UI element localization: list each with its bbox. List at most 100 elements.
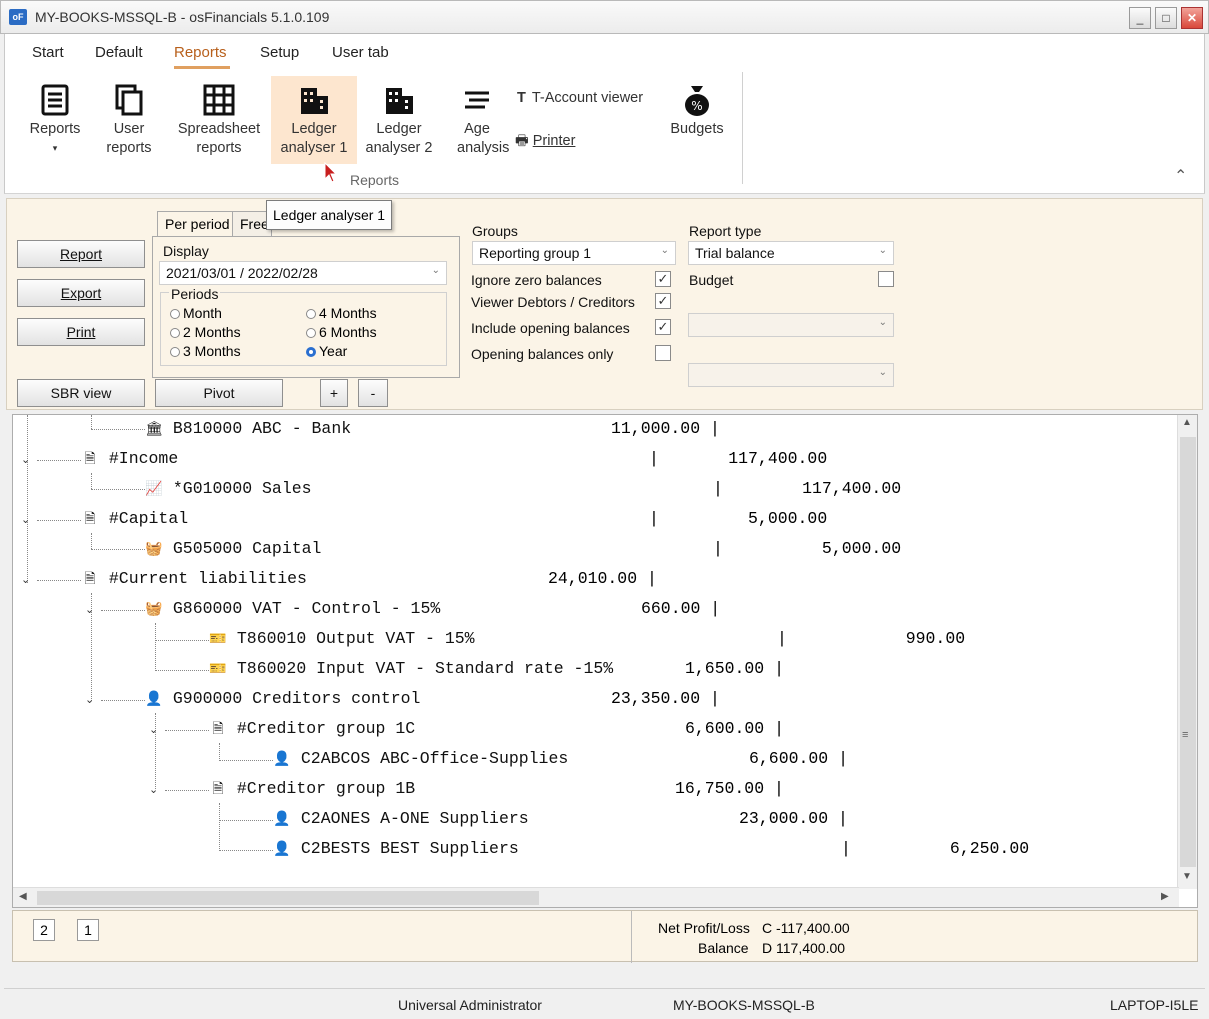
tree-connector [91,429,145,430]
pivot-button[interactable]: Pivot [155,379,283,407]
close-button[interactable]: ✕ [1181,7,1203,29]
radio-6-months[interactable]: 6 Months [306,324,377,340]
spreadsheet-reports-button[interactable]: Spreadsheet reports [173,76,265,164]
tree-row-label: B810000 ABC - Bank [172,419,352,438]
tree-row[interactable]: 👤 G900000 Creditors control [145,685,420,713]
tree-row[interactable]: 🗎 #Creditor group 1C [209,715,415,743]
tab-start[interactable]: Start [32,44,64,61]
budget-checkbox[interactable] [878,271,894,287]
budgets-button[interactable]: % Budgets [661,76,733,164]
minimize-button[interactable]: _ [1129,7,1151,29]
t-account-viewer-button[interactable]: T T-Account viewer [517,90,643,106]
tree-row[interactable]: 🧺 G505000 Capital [145,535,321,563]
tree-row[interactable]: 👤 C2AONES A-ONE Suppliers [273,805,528,833]
page-button[interactable]: 1 [77,919,99,941]
expander-chevron-icon[interactable]: ⌄ [85,603,94,616]
horizontal-scrollbar[interactable]: ◀ ▶ [13,887,1179,907]
collapse-all-button[interactable]: - [358,379,388,407]
viewer-debtors-checkbox[interactable]: ✓ [655,293,671,309]
ledger-analyser-2-button[interactable]: Ledger analyser 2 [361,76,437,164]
radio-4-months[interactable]: 4 Months [306,305,377,321]
radio-year[interactable]: Year [306,343,347,359]
include-opening-checkbox[interactable]: ✓ [655,319,671,335]
reports-button[interactable]: Reports ▾ [25,76,85,164]
tab-per-period[interactable]: Per period [157,211,238,237]
radio-month[interactable]: Month [170,305,222,321]
tree-row[interactable]: 🏛 B810000 ABC - Bank [145,415,351,443]
tree-row-amount: 6,600.00 | [749,749,849,768]
tree-row[interactable]: 🧺 G860000 VAT - Control - 15% [145,595,440,623]
ledger-analyser-1-label: Ledger analyser 1 [280,121,348,156]
periods-label: Periods [169,286,221,302]
summary-bar: 2 1 Net Profit/Loss C -117,400.00 Balanc… [12,910,1198,963]
groups-combo[interactable]: Reporting group 1 ⌄ [472,241,676,265]
tree-connector [91,489,145,490]
collapse-ribbon-icon[interactable]: ⌃ [1174,166,1187,186]
tree-row[interactable]: 📈 *G010000 Sales [145,475,311,503]
ledger-analyser-1-button[interactable]: Ledger analyser 1 [271,76,357,164]
user-reports-button[interactable]: User reports [93,76,165,164]
tab-user-tab[interactable]: User tab [332,44,389,61]
radio-3-months[interactable]: 3 Months [170,343,241,359]
expander-chevron-icon[interactable]: ⌄ [21,453,30,466]
scroll-right-icon[interactable]: ▶ [1161,891,1169,902]
page-button[interactable]: 2 [33,919,55,941]
status-machine: LAPTOP-I5LE [1110,997,1199,1013]
person-icon: 👤 [273,811,291,827]
tree-row[interactable]: 🗎 #Income [81,445,178,473]
scroll-down-icon[interactable]: ▼ [1182,871,1192,882]
expander-chevron-icon[interactable]: ⌄ [21,573,30,586]
window-title: MY-BOOKS-MSSQL-B - osFinancials 5.1.0.10… [35,9,330,25]
expander-chevron-icon[interactable]: ⌄ [149,723,158,736]
display-combo[interactable]: 2021/03/01 / 2022/02/28 ⌄ [159,261,447,285]
scroll-thumb[interactable] [1180,437,1196,867]
title-bar: oF MY-BOOKS-MSSQL-B - osFinancials 5.1.0… [0,0,1209,34]
vertical-scrollbar[interactable]: ▲ ≡ ▼ [1177,415,1197,889]
report-icon: 🗎 [84,511,96,527]
maximize-button[interactable]: □ [1155,7,1177,29]
tree-row[interactable]: 🗎 #Current liabilities [81,565,307,593]
tab-reports[interactable]: Reports [174,44,227,61]
tree-connector [219,820,273,821]
ledger-tree[interactable]: ⌄ ⌄ ⌄ ⌄ ⌄ ⌄ ⌄ 🏛 B810000 ABC - Bank 11,00… [12,414,1198,908]
tree-row-amount: 6,600.00 | [685,719,785,738]
tab-default[interactable]: Default [95,44,143,61]
scroll-thumb[interactable] [37,891,539,905]
tree-row-label: G505000 Capital [172,539,322,558]
tree-row[interactable]: 🎫 T860010 Output VAT - 15% [209,625,475,653]
report-button[interactable]: Report [17,240,145,268]
extra-combo[interactable]: ⌄ [688,363,894,387]
tree-row-label: C2BESTS BEST Suppliers [300,839,519,858]
tree-row[interactable]: 👤 C2BESTS BEST Suppliers [273,835,519,863]
ignore-zero-label: Ignore zero balances [471,272,602,288]
tree-row[interactable]: 🗎 #Creditor group 1B [209,775,415,803]
radio-2-months[interactable]: 2 Months [170,324,241,340]
scroll-up-icon[interactable]: ▲ [1182,417,1192,428]
opening-only-checkbox[interactable] [655,345,671,361]
report-label: Report [59,246,103,262]
tree-row[interactable]: 🎫 T860020 Input VAT - Standard rate -15% [209,655,613,683]
tab-setup[interactable]: Setup [260,44,299,61]
expander-chevron-icon[interactable]: ⌄ [85,693,94,706]
age-analysis-button[interactable]: Age analysis [445,76,509,164]
expand-all-button[interactable]: + [320,379,348,407]
tree-connector [37,460,81,461]
print-button[interactable]: Print [17,318,145,346]
tree-row[interactable]: 👤 C2ABCOS ABC-Office-Supplies [273,745,568,773]
tree-connector [155,670,209,671]
sbr-view-button[interactable]: SBR view [17,379,145,407]
expander-chevron-icon[interactable]: ⌄ [21,513,30,526]
tree-connector [27,415,28,583]
tree-row[interactable]: 🗎 #Capital [81,505,188,533]
report-type-combo[interactable]: Trial balance ⌄ [688,241,894,265]
expander-chevron-icon[interactable]: ⌄ [149,783,158,796]
ticket-icon: 🎫 [209,631,227,647]
ignore-zero-checkbox[interactable]: ✓ [655,271,671,287]
tree-row-label: T860010 Output VAT - 15% [236,629,475,648]
printer-button[interactable]: 🖶 Printer [515,130,575,155]
person-icon: 👤 [145,691,163,707]
scroll-left-icon[interactable]: ◀ [19,891,27,902]
budget-combo[interactable]: ⌄ [688,313,894,337]
opening-only-label: Opening balances only [471,346,614,362]
export-button[interactable]: Export [17,279,145,307]
